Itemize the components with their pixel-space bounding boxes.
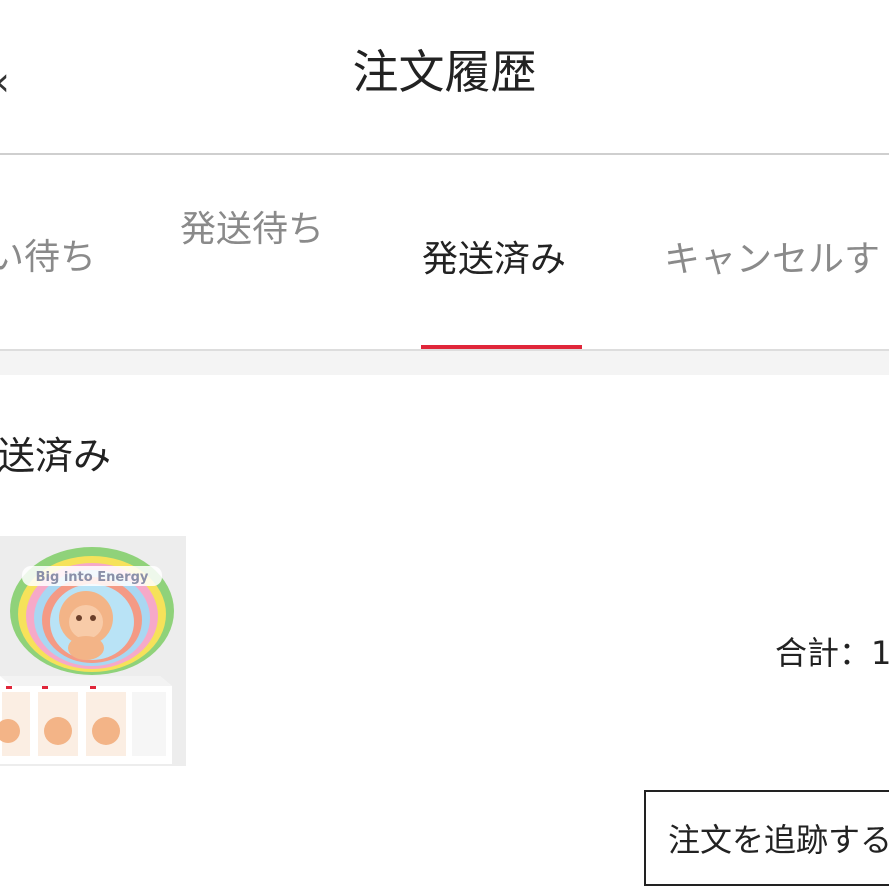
- status-tabs: い待ち 発送待ち 発送済み キャンセルす: [0, 155, 889, 350]
- tab-awaiting-shipment[interactable]: 発送待ち: [180, 210, 324, 250]
- header: ‹ 注文履歴: [0, 0, 889, 153]
- tab-shipped[interactable]: 発送済み: [422, 240, 566, 280]
- product-image[interactable]: Big into Energy: [0, 536, 186, 766]
- section-gap: [0, 351, 889, 375]
- order-total: 合計：1: [775, 634, 889, 672]
- order-status: 送済み: [0, 434, 112, 478]
- box-title-text: Big into Energy: [36, 570, 149, 585]
- tab-awaiting-payment[interactable]: い待ち: [0, 238, 96, 278]
- page-title: 注文履歴: [352, 45, 537, 99]
- tab-cancelled[interactable]: キャンセルす: [664, 240, 880, 280]
- product-image-graphic: Big into Energy: [0, 536, 186, 766]
- track-order-button[interactable]: 注文を追跡する: [644, 790, 889, 886]
